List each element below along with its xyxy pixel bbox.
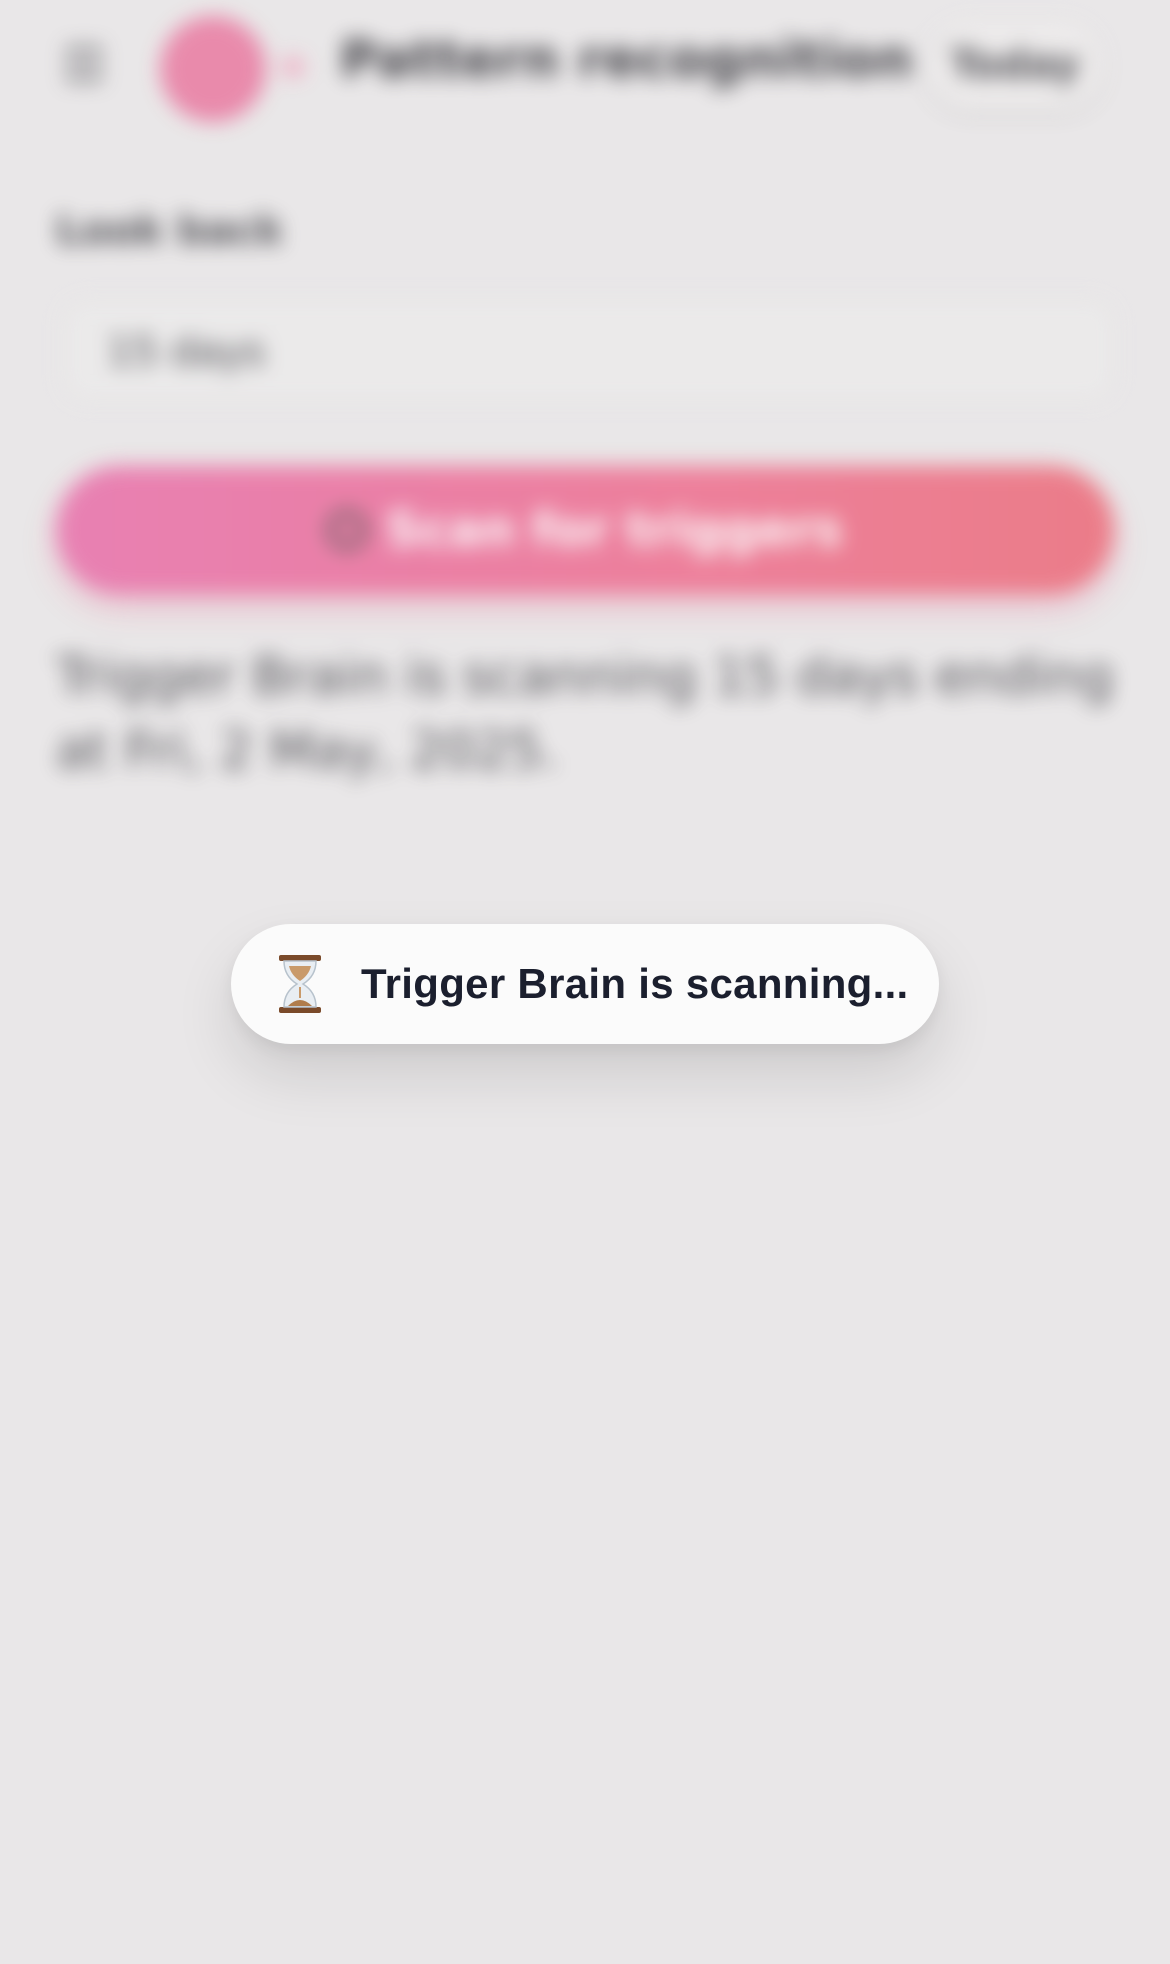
- lookback-value: 15 days: [107, 329, 266, 375]
- scan-status-text: Trigger Brain is scanning 15 days ending…: [56, 647, 1114, 781]
- logo-dot: [282, 56, 304, 78]
- scan-button-label: Scan for triggers: [385, 502, 843, 558]
- app-logo: [160, 16, 266, 122]
- hamburger-menu-icon[interactable]: [64, 46, 104, 82]
- hourglass-icon: [279, 955, 321, 1013]
- lookback-label: Look back: [56, 208, 283, 254]
- magnifier-icon: [327, 510, 368, 550]
- scan-for-triggers-button[interactable]: Scan for triggers: [56, 466, 1114, 594]
- scanning-toast: Trigger Brain is scanning...: [231, 924, 939, 1044]
- today-button[interactable]: Today: [930, 22, 1100, 108]
- page-title: Pattern recognition: [340, 30, 913, 90]
- toast-text: Trigger Brain is scanning...: [361, 960, 909, 1007]
- top-bar: Pattern recognition Today: [0, 0, 1170, 130]
- lookback-field[interactable]: 15 days: [64, 300, 1114, 400]
